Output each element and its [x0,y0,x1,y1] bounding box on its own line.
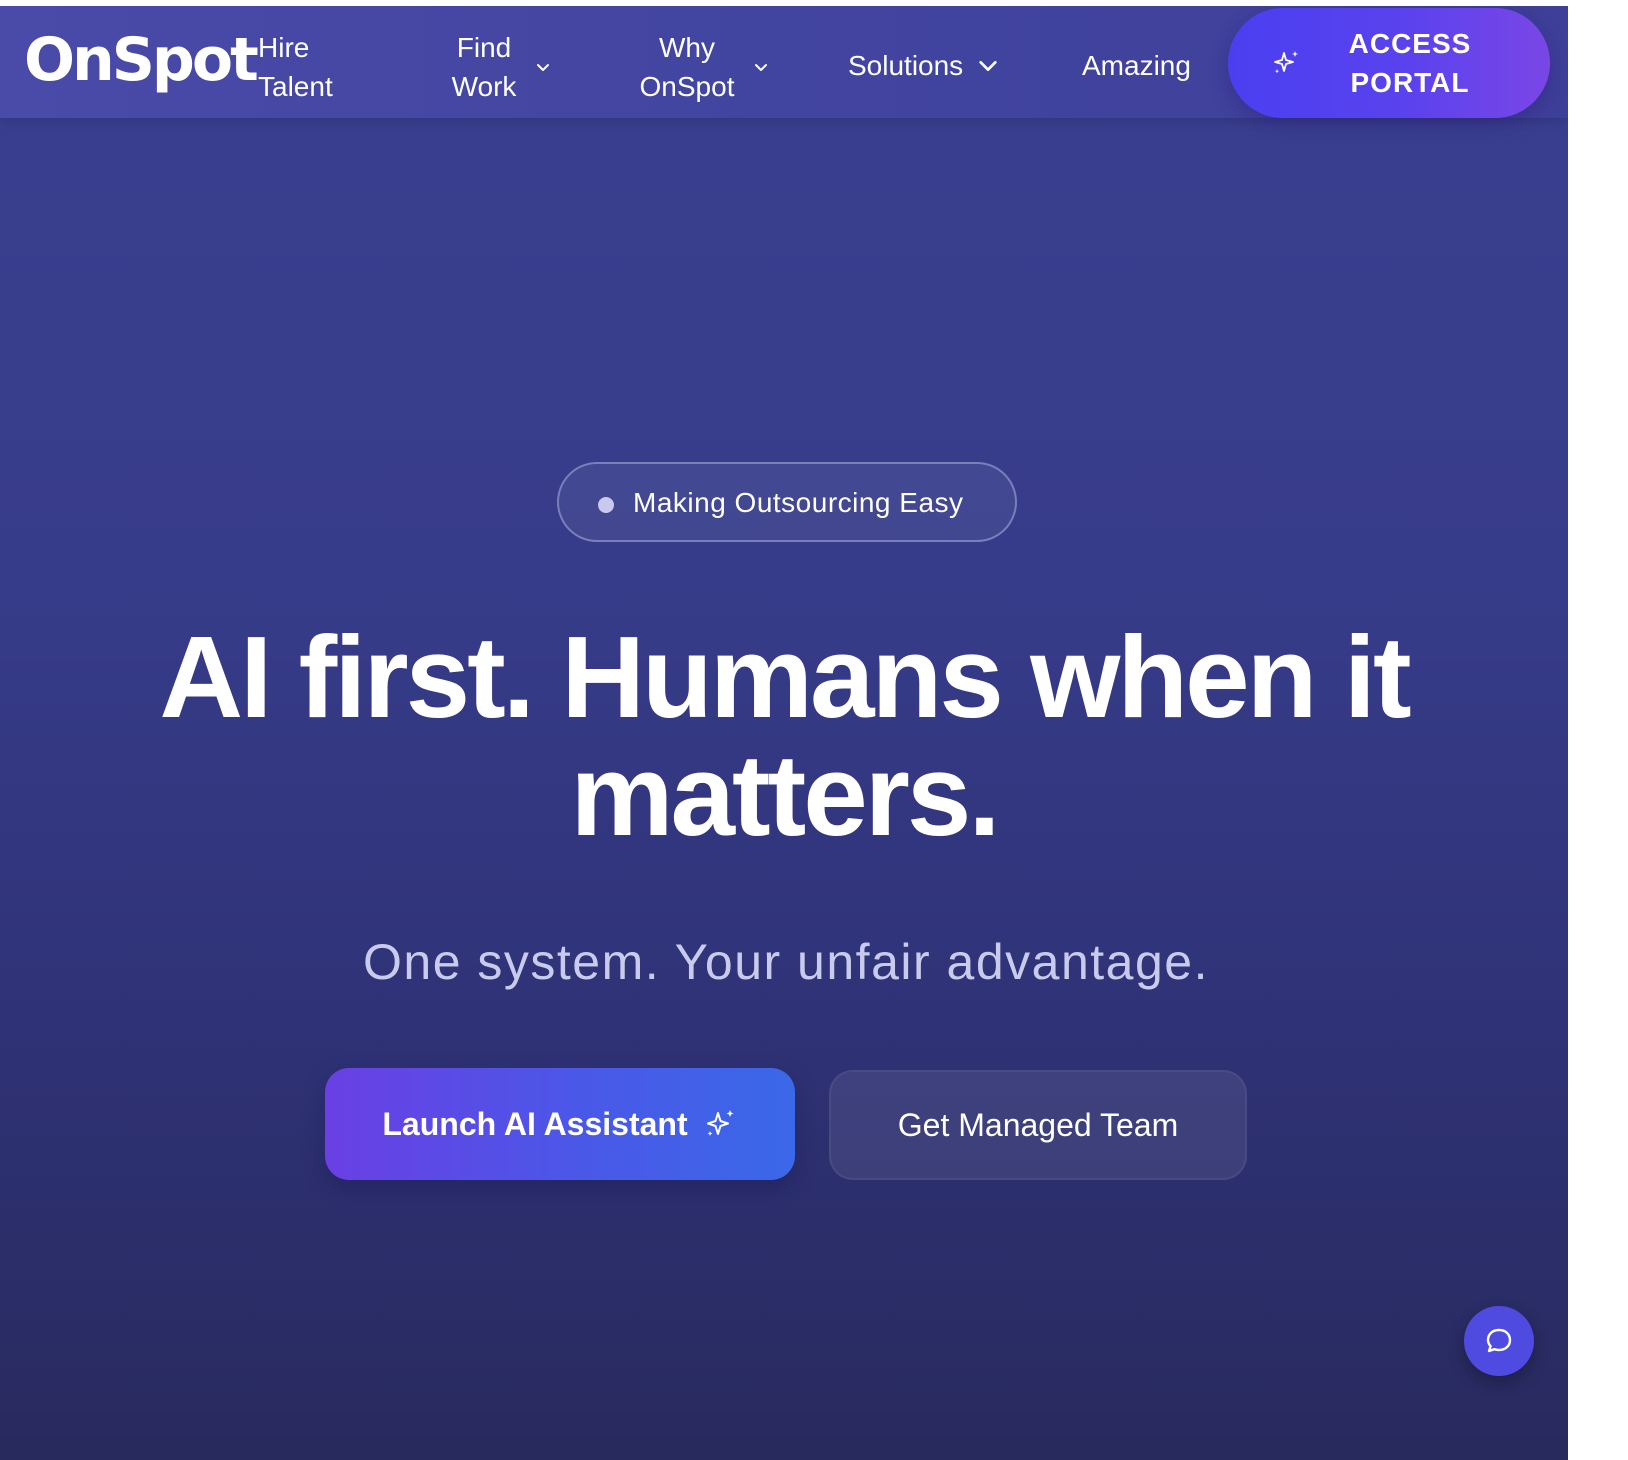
nav-why-onspot[interactable]: Why OnSpot [636,28,770,106]
logo-text: OnSpot [24,25,259,95]
hero-subheadline: One system. Your unfair advantage. [363,934,1209,990]
launch-ai-assistant-label: Launch AI Assistant [382,1105,688,1142]
chat-launcher-button[interactable] [1464,1306,1534,1376]
badge-dot [598,497,614,513]
hero-headline-line2: matters. [570,730,1000,860]
nav-solutions[interactable]: Solutions [848,46,999,85]
nav-hire-talent[interactable]: Hire Talent [258,28,368,106]
hero-headline: AI first. Humans when it matters. [0,618,1568,854]
onspot-logo[interactable]: OnSpot [24,24,259,96]
access-portal-label: ACCESS PORTAL [1348,28,1472,98]
chat-bubble-icon [1486,1328,1512,1353]
page: OnSpot Hire Talent Find Work Why OnSpot … [0,6,1628,1460]
nav-solutions-label: Solutions [848,50,964,81]
nav-why-onspot-label: Why OnSpot [639,32,735,102]
sparkle-icon [706,1110,734,1136]
chevron-down-icon [755,64,767,71]
nav-find-work[interactable]: Find Work [448,28,552,106]
chevron-down-icon [979,60,997,71]
chevron-down-icon [537,64,549,71]
nav-find-work-label: Find Work [451,32,517,102]
hero-badge-text: Making Outsourcing Easy [633,487,964,518]
nav-amazing[interactable]: Amazing [1082,46,1191,85]
hero-badge: Making Outsourcing Easy [557,462,1017,542]
sparkle-icon [1274,51,1298,74]
access-portal-button[interactable]: ACCESS PORTAL [1228,8,1550,118]
page-edge [1568,0,1628,1460]
get-managed-team-button[interactable]: Get Managed Team [829,1070,1247,1180]
launch-ai-assistant-button[interactable]: Launch AI Assistant [325,1068,795,1180]
nav-amazing-label: Amazing [1082,50,1191,81]
get-managed-team-label: Get Managed Team [897,1106,1179,1143]
nav-hire-talent-label: Hire Talent [258,32,333,102]
hero-headline-line1: AI first. Humans when it [159,612,1411,742]
